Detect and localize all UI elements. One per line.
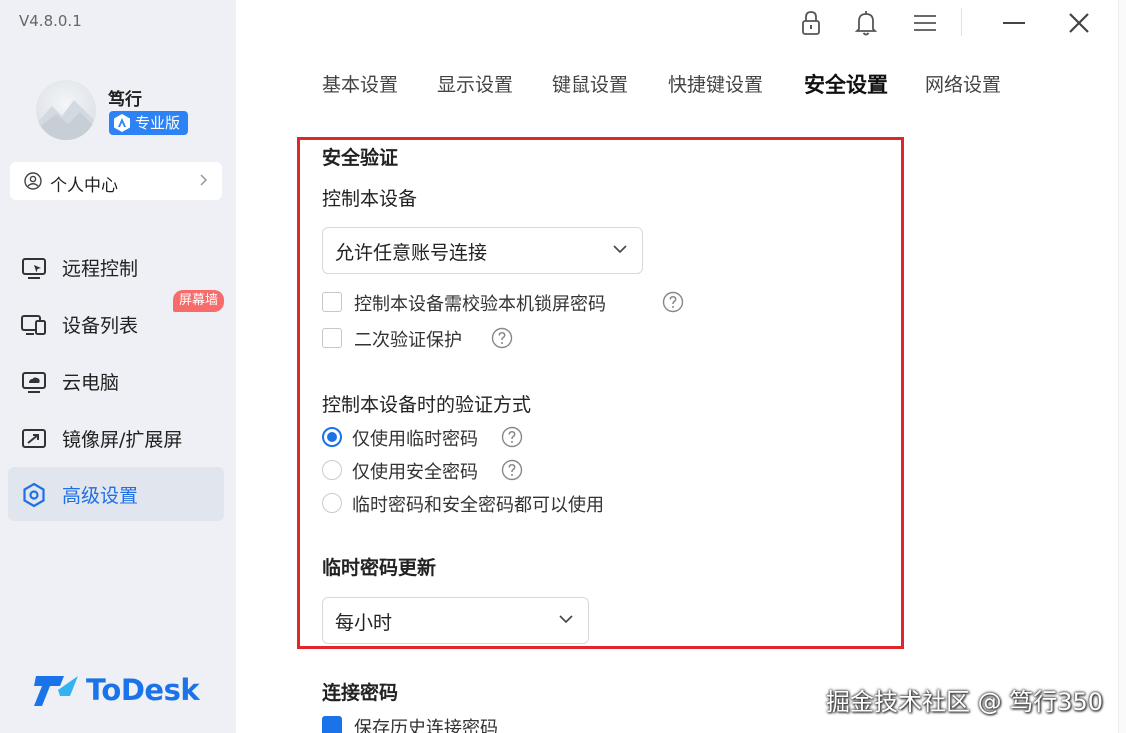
control-device-select[interactable]: 允许任意账号连接 <box>322 227 643 274</box>
temp-password-update-select-value: 每小时 <box>335 612 393 634</box>
sidebar-item-label: 高级设置 <box>62 485 139 507</box>
personal-center-label: 个人中心 <box>50 176 118 196</box>
two-factor-checkbox[interactable] <box>322 328 342 348</box>
advanced-settings-icon <box>23 482 45 508</box>
minimize-icon[interactable] <box>999 8 1029 38</box>
tab-display-settings[interactable]: 显示设置 <box>437 70 513 97</box>
tab-network-settings[interactable]: 网络设置 <box>925 70 1001 97</box>
sidebar: V4.8.0.1 笃行 专业版 个人中心 远程控制 设备列表 屏幕墙 云电脑 镜… <box>0 0 236 733</box>
radio-security-password-only[interactable] <box>322 460 342 480</box>
topbar-divider <box>961 8 962 36</box>
radio-both-passwords[interactable] <box>322 493 342 513</box>
bell-icon[interactable] <box>851 8 881 38</box>
help-icon[interactable] <box>662 291 684 313</box>
todesk-logo-text: ToDesk <box>86 673 200 707</box>
radio-both-passwords-label: 临时密码和安全密码都可以使用 <box>352 495 604 516</box>
right-edge-strip <box>1118 0 1126 733</box>
sidebar-item-cloud-pc[interactable]: 云电脑 <box>8 354 224 408</box>
sidebar-item-label: 镜像屏/扩展屏 <box>62 429 183 451</box>
radio-security-password-only-label: 仅使用安全密码 <box>352 462 478 483</box>
pro-plan-label: 专业版 <box>135 114 181 132</box>
menu-icon[interactable] <box>910 8 940 38</box>
tab-security-settings[interactable]: 安全设置 <box>804 69 888 99</box>
close-icon[interactable] <box>1064 8 1094 38</box>
personal-center-button[interactable]: 个人中心 <box>10 162 222 200</box>
sidebar-item-label: 云电脑 <box>62 372 120 394</box>
two-factor-checkbox-label: 二次验证保护 <box>354 330 462 351</box>
version-label: V4.8.0.1 <box>19 12 82 30</box>
mirror-screen-icon <box>22 429 46 448</box>
pro-plan-badge: 专业版 <box>109 111 189 135</box>
sidebar-item-remote-control[interactable]: 远程控制 <box>8 240 224 294</box>
avatar[interactable] <box>36 80 96 140</box>
chevron-right-icon <box>200 174 208 186</box>
chevron-down-icon <box>613 245 627 254</box>
save-history-checkbox[interactable] <box>322 716 342 733</box>
pro-plan-icon <box>114 114 130 132</box>
tab-shortcut-settings[interactable]: 快捷键设置 <box>668 70 763 97</box>
sidebar-item-label: 远程控制 <box>62 258 139 280</box>
remote-control-icon <box>22 258 46 279</box>
lock-icon[interactable] <box>796 8 826 38</box>
help-icon[interactable] <box>491 327 513 349</box>
username: 笃行 <box>108 90 142 110</box>
verify-method-label: 控制本设备时的验证方式 <box>322 394 532 416</box>
help-icon[interactable] <box>501 426 523 448</box>
sidebar-item-label: 设备列表 <box>62 315 139 337</box>
radio-temp-password-only[interactable] <box>322 427 342 447</box>
control-device-select-value: 允许任意账号连接 <box>335 242 488 264</box>
connection-password-title: 连接密码 <box>322 682 399 704</box>
tab-keyboard-mouse-settings[interactable]: 键鼠设置 <box>552 70 628 97</box>
radio-temp-password-only-label: 仅使用临时密码 <box>352 429 478 450</box>
cloud-pc-icon <box>22 372 46 393</box>
help-icon[interactable] <box>501 459 523 481</box>
sidebar-item-mirror-screen[interactable]: 镜像屏/扩展屏 <box>8 411 224 465</box>
screen-wall-badge: 屏幕墙 <box>173 290 225 312</box>
lock-password-checkbox-label: 控制本设备需校验本机锁屏密码 <box>354 294 606 315</box>
todesk-logo-icon <box>34 676 78 706</box>
watermark: 掘金技术社区 @ 笃行350 <box>826 688 1104 716</box>
lock-password-checkbox[interactable] <box>322 292 342 312</box>
save-history-checkbox-label: 保存历史连接密码 <box>354 718 498 733</box>
temp-password-update-select[interactable]: 每小时 <box>322 597 589 644</box>
tab-basic-settings[interactable]: 基本设置 <box>322 70 398 97</box>
sidebar-item-advanced-settings[interactable]: 高级设置 <box>8 467 224 521</box>
section-title-security-verification: 安全验证 <box>322 147 399 169</box>
chevron-down-icon <box>559 615 573 624</box>
control-device-label: 控制本设备 <box>322 188 418 210</box>
temp-password-update-title: 临时密码更新 <box>322 557 437 579</box>
user-icon <box>24 172 42 190</box>
avatar-image-icon <box>36 100 96 140</box>
device-list-icon <box>21 315 46 335</box>
